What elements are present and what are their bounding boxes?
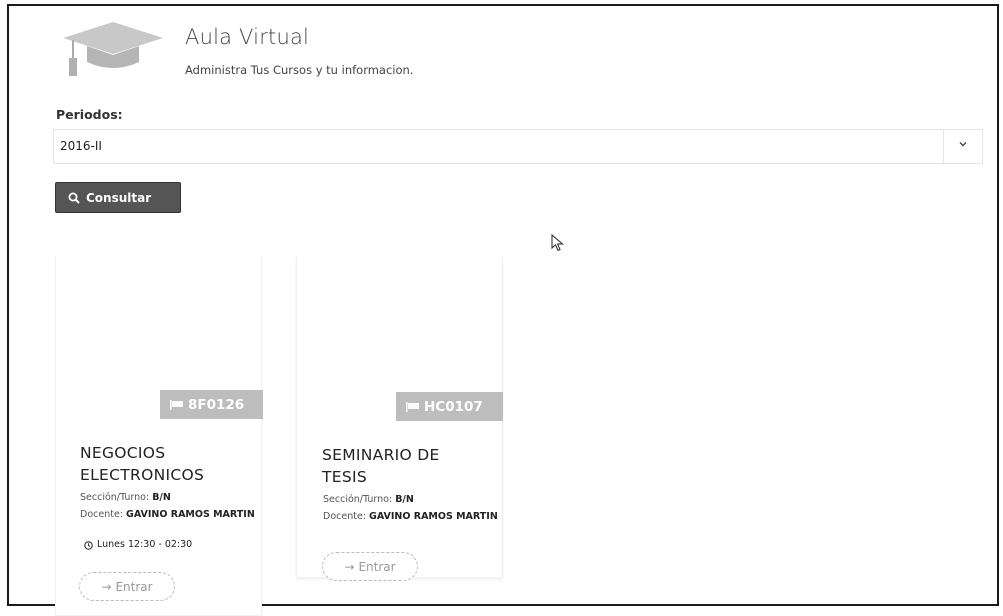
graduation-cap-icon [63, 22, 163, 76]
course-card: HC0107 SEMINARIO DE TESIS Sección/Turno:… [296, 256, 503, 581]
entrar-button[interactable]: → Entrar [322, 552, 418, 581]
docente-label: Docente: [80, 509, 123, 520]
consultar-button[interactable]: Consultar [55, 182, 181, 213]
course-name-line: SEMINARIO DE [322, 446, 440, 464]
search-icon [68, 192, 80, 204]
seccion-label: Sección/Turno: [80, 492, 150, 503]
seccion-value: B/N [395, 494, 414, 505]
course-name-line: NEGOCIOS [80, 444, 166, 462]
periodos-label: Periodos: [56, 107, 123, 122]
course-name-line: ELECTRONICOS [80, 466, 205, 484]
course-docente: Docente: GAVINO RAMOS MARTIN [323, 511, 498, 523]
course-name: NEGOCIOS ELECTRONICOS [80, 442, 250, 486]
course-code-badge: HC0107 [396, 392, 503, 421]
course-code: HC0107 [424, 398, 483, 415]
mouse-cursor-icon [551, 234, 564, 252]
docente-value: GAVINO RAMOS MARTIN [369, 511, 498, 522]
course-schedule: Lunes 12:30 - 02:30 [84, 539, 192, 551]
flag-icon [170, 399, 183, 410]
course-docente: Docente: GAVINO RAMOS MARTIN [80, 509, 255, 521]
entrar-button[interactable]: → Entrar [79, 572, 175, 601]
page-frame: Aula Virtual Administra Tus Cursos y tu … [7, 4, 999, 616]
consultar-label: Consultar [86, 190, 152, 205]
entrar-label: Entrar [115, 579, 153, 594]
arrow-right-icon: → [344, 559, 355, 574]
periodos-selected-value: 2016-II [60, 139, 102, 153]
clock-icon [84, 540, 93, 550]
schedule-text: Lunes 12:30 - 02:30 [97, 539, 193, 550]
flag-icon [406, 401, 419, 412]
arrow-right-icon: → [101, 579, 112, 594]
entrar-label: Entrar [358, 559, 396, 574]
page-title: Aula Virtual [185, 25, 310, 49]
periodos-select[interactable]: 2016-II [53, 129, 983, 164]
course-code: 8F0126 [188, 396, 245, 413]
course-seccion: Sección/Turno: B/N [323, 494, 414, 506]
docente-value: GAVINO RAMOS MARTIN [126, 509, 255, 520]
seccion-label: Sección/Turno: [323, 494, 393, 505]
page-subtitle: Administra Tus Cursos y tu informacion. [185, 63, 414, 77]
chevron-down-icon[interactable] [943, 130, 982, 163]
course-name: SEMINARIO DE TESIS [322, 444, 492, 488]
course-code-badge: 8F0126 [160, 390, 263, 419]
course-name-line: TESIS [322, 468, 368, 486]
course-card: 8F0126 NEGOCIOS ELECTRONICOS Sección/Tur… [55, 256, 263, 616]
docente-label: Docente: [323, 511, 366, 522]
course-seccion: Sección/Turno: B/N [80, 492, 171, 504]
seccion-value: B/N [152, 492, 171, 503]
